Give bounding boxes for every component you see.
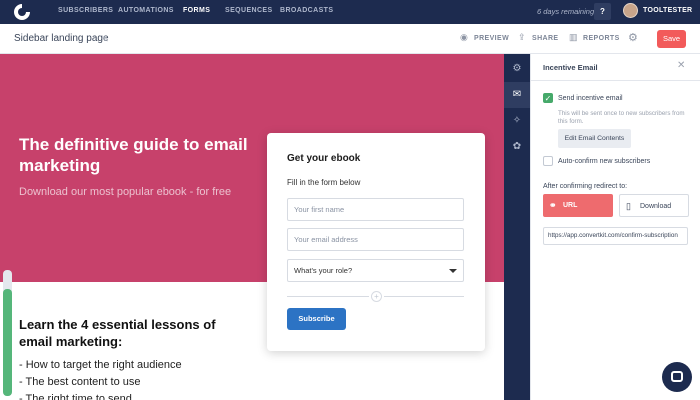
close-icon[interactable]: ✕ [677, 60, 685, 71]
auto-confirm-label[interactable]: Auto-confirm new subscribers [558, 158, 650, 165]
chart-icon: ▥ [569, 32, 578, 42]
gear-icon[interactable]: ⚙ [504, 56, 530, 82]
nav-automations[interactable]: AUTOMATIONS [118, 7, 174, 14]
panel-header: Incentive Email ✕ [531, 54, 700, 81]
add-block-icon[interactable]: + [371, 291, 382, 302]
signup-form-card: Get your ebook Fill in the form below Wh… [267, 133, 485, 351]
form-title[interactable]: Get your ebook [287, 153, 360, 164]
hero-subtitle[interactable]: Download our most popular ebook - for fr… [19, 186, 231, 198]
link-icon: ⚭ [549, 200, 557, 210]
gear-icon[interactable]: ⚙ [628, 31, 638, 44]
send-incentive-hint: This will be sent once to new subscriber… [558, 110, 685, 125]
subscribe-button[interactable]: Subscribe [287, 308, 346, 330]
role-select-value: What's your role? [294, 266, 353, 275]
user-menu[interactable]: TOOLTESTER [643, 7, 692, 14]
redirect-label: After confirming redirect to: [543, 183, 628, 190]
scroll-progress-bar [3, 270, 12, 396]
pencil-icon[interactable]: ✎ [102, 35, 109, 44]
document-icon: ▯ [626, 201, 631, 211]
convertkit-logo-icon[interactable] [14, 4, 30, 20]
nav-forms[interactable]: FORMS [183, 7, 210, 14]
list-item[interactable]: - How to target the right audience [19, 357, 182, 374]
url-option-label: URL [563, 202, 578, 209]
lessons-heading[interactable]: Learn the 4 essential lessons of email m… [19, 316, 249, 350]
page-header: Sidebar landing page ✎ ◉ PREVIEW ⇪ SHARE… [0, 24, 700, 54]
url-option-button[interactable]: ⚭ URL [543, 194, 613, 217]
first-name-field[interactable] [287, 198, 464, 221]
reports-button[interactable]: REPORTS [583, 35, 620, 42]
download-option-label: Download [640, 203, 672, 210]
incentive-email-panel: Incentive Email ✕ ✓ Send incentive email… [530, 54, 700, 400]
role-select[interactable]: What's your role? [287, 259, 464, 282]
share-icon: ⇪ [518, 32, 526, 42]
list-item[interactable]: - The right time to send [19, 391, 182, 400]
auto-confirm-checkbox[interactable] [543, 156, 553, 166]
app-root: SUBSCRIBERS AUTOMATIONS FORMS SEQUENCES … [0, 0, 700, 400]
nav-subscribers[interactable]: SUBSCRIBERS [58, 7, 113, 14]
palette-icon[interactable]: ✿ [504, 134, 530, 160]
page-title[interactable]: Sidebar landing page [14, 33, 109, 44]
chevron-down-icon [449, 269, 457, 273]
nav-broadcasts[interactable]: BROADCASTS [280, 7, 333, 14]
divider [287, 296, 369, 297]
trial-remaining-text: 6 days remaining [537, 7, 595, 16]
top-nav: SUBSCRIBERS AUTOMATIONS FORMS SEQUENCES … [0, 0, 700, 24]
help-button[interactable]: ? [594, 3, 611, 20]
landing-page-canvas: The definitive guide to email marketing … [0, 54, 504, 400]
divider [384, 296, 464, 297]
edit-email-contents-button[interactable]: Edit Email Contents [558, 129, 631, 148]
panel-title: Incentive Email [543, 63, 598, 72]
magic-wand-icon[interactable]: ✧ [504, 108, 530, 134]
avatar[interactable] [623, 3, 638, 18]
nav-sequences[interactable]: SEQUENCES [225, 7, 273, 14]
send-incentive-checkbox[interactable]: ✓ [543, 93, 553, 103]
envelope-icon[interactable]: ✉ [504, 82, 530, 108]
settings-rail: ⚙ ✉ ✧ ✿ [504, 54, 530, 400]
email-field[interactable] [287, 228, 464, 251]
chat-icon [671, 371, 683, 382]
eye-icon: ◉ [460, 32, 468, 42]
chat-button[interactable] [662, 362, 692, 392]
hero-title[interactable]: The definitive guide to email marketing [19, 134, 259, 176]
preview-button[interactable]: PREVIEW [474, 35, 509, 42]
redirect-url-field[interactable]: https://app.convertkit.com/confirm-subsc… [543, 227, 688, 245]
scroll-progress-fill [3, 288, 12, 396]
share-button[interactable]: SHARE [532, 35, 559, 42]
list-item[interactable]: - The best content to use [19, 374, 182, 391]
send-incentive-label[interactable]: Send incentive email [558, 95, 623, 102]
save-button[interactable]: Save [657, 30, 686, 48]
download-option-button[interactable]: ▯ Download [619, 194, 689, 217]
form-subtitle[interactable]: Fill in the form below [287, 178, 360, 187]
lessons-list: - How to target the right audience - The… [19, 357, 182, 400]
